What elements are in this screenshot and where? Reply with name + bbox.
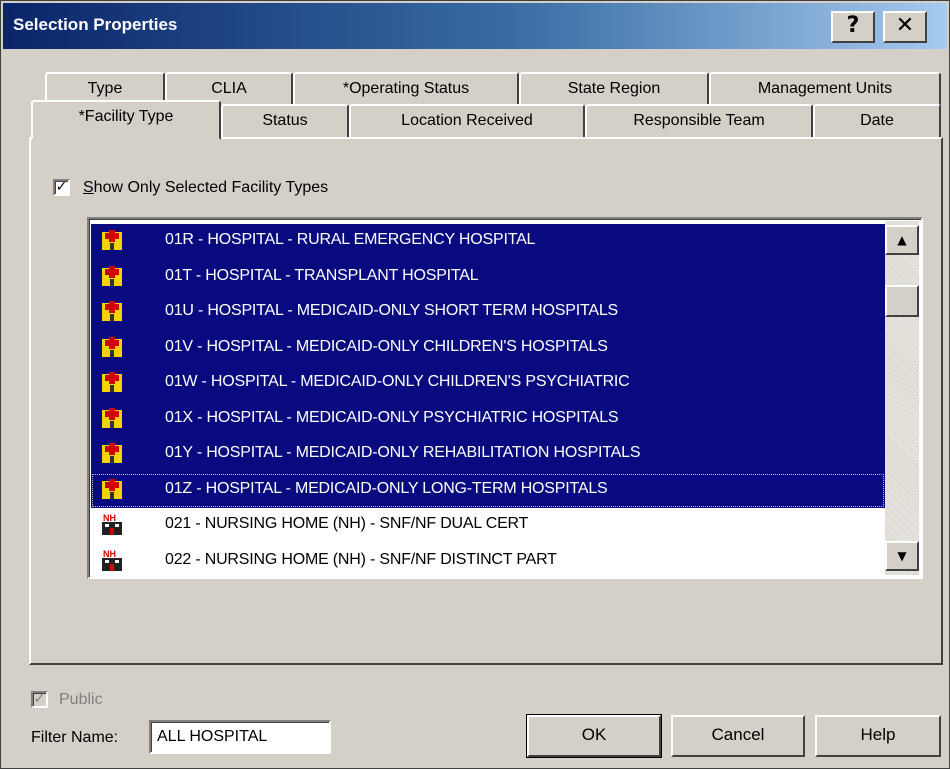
help-icon[interactable]: ? xyxy=(831,11,875,43)
tab-operating-status[interactable]: *Operating Status xyxy=(293,72,519,106)
list-item-label: 01T - HOSPITAL - TRANSPLANT HOSPITAL xyxy=(165,266,479,284)
list-scrollbar[interactable]: ▲ ▼ xyxy=(885,221,919,575)
svg-text:NH: NH xyxy=(103,513,116,523)
list-item[interactable]: NH 021 - NURSING HOME (NH) - SNF/NF DUAL… xyxy=(91,508,885,544)
tab-facility-type[interactable]: *Facility Type xyxy=(31,100,221,140)
selection-properties-dialog: Selection Properties ? ✕ Type CLIA *Oper… xyxy=(0,0,950,769)
list-item[interactable]: 01Z - HOSPITAL - MEDICAID-ONLY LONG-TERM… xyxy=(91,472,885,508)
title-bar[interactable]: Selection Properties ? ✕ xyxy=(3,3,947,49)
show-only-label-rest: how Only Selected Facility Types xyxy=(93,179,329,196)
hospital-icon xyxy=(102,443,122,463)
scroll-up-arrow-icon[interactable]: ▲ xyxy=(885,225,919,255)
facility-type-list[interactable]: 01R - HOSPITAL - RURAL EMERGENCY HOSPITA… xyxy=(87,217,923,579)
list-item-label: 01V - HOSPITAL - MEDICAID-ONLY CHILDREN'… xyxy=(165,337,608,355)
list-item[interactable]: NH 022 - NURSING HOME (NH) - SNF/NF DIST… xyxy=(91,544,885,578)
tab-location-received[interactable]: Location Received xyxy=(349,104,585,138)
hospital-icon xyxy=(102,478,122,499)
list-item[interactable]: 01Y - HOSPITAL - MEDICAID-ONLY REHABILIT… xyxy=(91,437,885,473)
filter-name-input[interactable] xyxy=(149,720,331,754)
public-label: Public xyxy=(59,691,103,708)
list-item-label: 01Z - HOSPITAL - MEDICAID-ONLY LONG-TERM… xyxy=(165,479,608,497)
public-checkbox-box[interactable]: ✓ xyxy=(31,691,48,708)
list-item[interactable]: 01T - HOSPITAL - TRANSPLANT HOSPITAL xyxy=(91,259,885,295)
hospital-icon xyxy=(102,265,122,286)
close-icon[interactable]: ✕ xyxy=(883,11,927,43)
scroll-down-arrow-icon[interactable]: ▼ xyxy=(885,541,919,571)
tab-status[interactable]: Status xyxy=(221,104,349,138)
svg-text:NH: NH xyxy=(103,549,116,559)
list-item-label: 01U - HOSPITAL - MEDICAID-ONLY SHORT TER… xyxy=(165,302,619,319)
cancel-button[interactable]: Cancel xyxy=(671,715,805,757)
hospital-icon xyxy=(102,230,122,250)
tab-management-units[interactable]: Management Units xyxy=(709,72,941,106)
scroll-thumb[interactable] xyxy=(885,285,919,317)
list-item[interactable]: 01U - HOSPITAL - MEDICAID-ONLY SHORT TER… xyxy=(91,295,885,331)
list-item-label: 01R - HOSPITAL - RURAL EMERGENCY HOSPITA… xyxy=(165,231,536,248)
hospital-icon xyxy=(102,336,122,357)
tab-state-region[interactable]: State Region xyxy=(519,72,709,106)
tab-date[interactable]: Date xyxy=(813,104,941,138)
show-only-label-mnemonic: S xyxy=(83,179,94,196)
list-item-label: 01Y - HOSPITAL - MEDICAID-ONLY REHABILIT… xyxy=(165,444,641,461)
list-item[interactable]: 01R - HOSPITAL - RURAL EMERGENCY HOSPITA… xyxy=(91,224,885,260)
list-item[interactable]: 01X - HOSPITAL - MEDICAID-ONLY PSYCHIATR… xyxy=(91,401,885,437)
show-only-label: Show Only Selected Facility Types xyxy=(83,179,328,197)
tab-responsible-team[interactable]: Responsible Team xyxy=(585,104,813,138)
hospital-icon xyxy=(102,407,122,428)
show-only-checkbox-box[interactable]: ✓ xyxy=(53,179,70,196)
nursing-home-icon: NH xyxy=(102,549,122,571)
help-button[interactable]: Help xyxy=(815,715,941,757)
list-item[interactable]: 01W - HOSPITAL - MEDICAID-ONLY CHILDREN'… xyxy=(91,366,885,402)
facility-type-rows: 01R - HOSPITAL - RURAL EMERGENCY HOSPITA… xyxy=(91,224,885,578)
list-item-label: 01W - HOSPITAL - MEDICAID-ONLY CHILDREN'… xyxy=(165,373,630,390)
hospital-icon xyxy=(102,301,122,321)
hospital-icon xyxy=(102,372,122,392)
list-item-label: 021 - NURSING HOME (NH) - SNF/NF DUAL CE… xyxy=(165,515,529,532)
filter-name-label: Filter Name: xyxy=(31,729,119,746)
list-item-label: 01X - HOSPITAL - MEDICAID-ONLY PSYCHIATR… xyxy=(165,408,619,426)
window-title: Selection Properties xyxy=(13,15,178,34)
nursing-home-icon: NH xyxy=(102,513,122,535)
list-item-label: 022 - NURSING HOME (NH) - SNF/NF DISTINC… xyxy=(165,550,557,568)
ok-button[interactable]: OK xyxy=(526,714,662,758)
list-item[interactable]: 01V - HOSPITAL - MEDICAID-ONLY CHILDREN'… xyxy=(91,330,885,366)
